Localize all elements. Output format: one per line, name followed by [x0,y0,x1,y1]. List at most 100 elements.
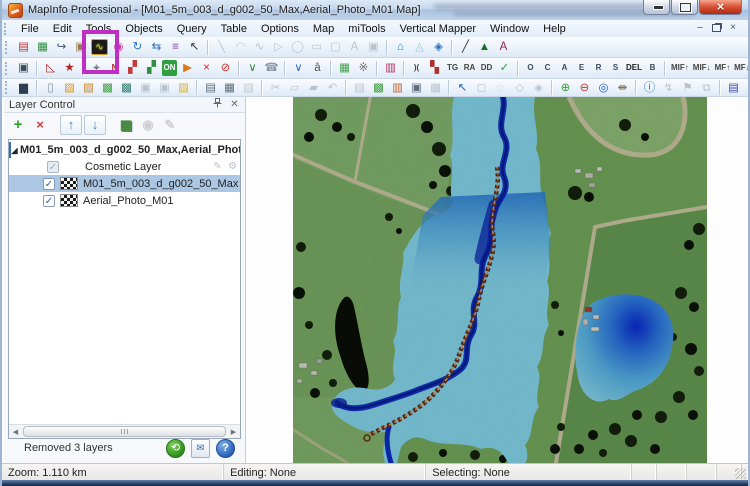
send-layers-icon[interactable]: ✉ [191,439,210,458]
scroll-left-icon[interactable]: ◀ [9,428,22,436]
status-zoom[interactable]: Zoom: 1.110 km [2,464,224,481]
new-map-window-icon[interactable]: ▩ [370,80,387,96]
tool-c-icon[interactable]: C [540,60,555,76]
add-layers-button[interactable]: ▤ [116,116,136,134]
tool-r-icon[interactable]: R [591,60,606,76]
layer-visibility-checkbox[interactable]: ✓ [43,195,55,207]
menu-edit[interactable]: Edit [46,22,79,36]
toolbar-grip[interactable] [5,62,11,75]
text-style-icon[interactable]: A [495,39,512,55]
stamp-green-icon[interactable]: ▞ [143,60,160,76]
move-layer-up-button[interactable]: ↑ [60,115,82,135]
capture-window-icon[interactable]: ▣ [15,60,32,76]
toolbar-grip[interactable] [5,81,11,94]
direction-arrow-icon[interactable]: ▶ [179,60,196,76]
tool-del-icon[interactable]: DEL [625,60,643,76]
help-icon[interactable]: ? [216,439,235,458]
new-graph-window-icon[interactable]: ▥ [389,80,406,96]
layer-row-m01-5m-003-d-g002-50-max[interactable]: ✓M01_5m_003_d_g002_50_Max [9,175,240,192]
region-style-icon[interactable]: ▲ [476,39,493,55]
menu-table[interactable]: Table [214,22,254,36]
drop-marker-icon[interactable]: ∨ [290,60,307,76]
toolbar-grip[interactable] [5,41,11,54]
ruler-icon[interactable]: ╱ [744,80,750,96]
minimize-button[interactable] [643,0,670,15]
tg-tool-icon[interactable]: TG [445,60,460,76]
mdi-minimize-button[interactable]: – [693,22,707,34]
layer-control-icon[interactable]: ▤ [725,80,742,96]
scroll-right-icon[interactable]: ▶ [227,428,240,436]
north-label-icon[interactable]: N [107,60,122,76]
new-layout-window-icon[interactable]: ▣ [408,80,425,96]
tool-b-icon[interactable]: B [645,60,660,76]
thematic-map-icon[interactable]: ▦ [34,39,51,55]
open-folder-icon[interactable]: ▨ [175,80,192,96]
add-layer-button[interactable]: + [8,116,28,134]
mdi-restore-button[interactable] [712,24,721,32]
mf-import-icon[interactable]: MF↓ [733,60,750,76]
tree-horizontal-scrollbar[interactable]: ◀ ▶ [9,424,240,438]
open-table-icon[interactable]: ▨ [61,80,78,96]
pin-icon[interactable] [211,98,224,111]
scrollbar-thumb[interactable] [23,426,226,437]
on-toggle-icon[interactable]: ON [162,60,177,76]
pan-grabber-icon[interactable]: ⇼ [614,80,631,96]
tool-o-icon[interactable]: O [523,60,538,76]
snap-toggle-icon[interactable]: ◈ [430,39,447,55]
cross-section-icon[interactable]: ◺ [42,60,59,76]
symbol-style-icon[interactable]: ⌂ [392,39,409,55]
tool-s-icon[interactable]: S [608,60,623,76]
layer-control-header[interactable]: Layer Control ✕ [4,97,245,113]
open-workspace-icon[interactable]: ▤ [15,39,32,55]
open-universal-data-icon[interactable]: ▩ [118,80,135,96]
new-table-icon[interactable]: ▯ [42,80,59,96]
menu-vertical-mapper[interactable]: Vertical Mapper [393,22,483,36]
change-view-icon[interactable]: ◎ [595,80,612,96]
stamp-red-icon[interactable]: ▞ [124,60,141,76]
menu-file[interactable]: File [14,22,46,36]
layer-visibility-checkbox[interactable]: ✓ [43,178,55,190]
mdi-close-button[interactable]: × [726,22,740,34]
layer-row-aerial-photo-m01[interactable]: ✓Aerial_Photo_M01 [9,192,240,209]
status-editing[interactable]: Editing: None [224,464,426,481]
mapbasic-window-icon[interactable]: ▣ [72,39,89,55]
menu-options[interactable]: Options [254,22,306,36]
delete-object-icon[interactable]: × [198,60,215,76]
restore-layers-button[interactable]: ⟲ [166,439,185,458]
menu-tools[interactable]: Tools [79,22,119,36]
mf-export-icon[interactable]: MF↑ [714,60,732,76]
dd-tool-icon[interactable]: DD [479,60,494,76]
map-window[interactable] [293,97,707,463]
map-select-icon[interactable]: ↖ [454,80,471,96]
zoom-in-icon[interactable]: ⊕ [557,80,574,96]
open-workspace-file-icon[interactable]: ▨ [80,80,97,96]
select-tool-icon[interactable]: ↖ [186,39,203,55]
grid-view-icon[interactable]: ∿ [91,39,108,55]
layer-visibility-checkbox[interactable]: ✓ [47,161,59,173]
move-layer-down-button[interactable]: ↓ [84,115,106,135]
layout-window-icon[interactable]: ▆ [15,80,32,96]
line-style-icon[interactable]: ╱ [457,39,474,55]
info-tool-icon[interactable]: ⓘ [641,80,658,96]
mif-import-icon[interactable]: MIF↓ [692,60,712,76]
previous-view-icon[interactable]: ⇆ [148,39,165,55]
menu-help[interactable]: Help [536,22,573,36]
table-merge-icon[interactable]: ▚ [426,60,443,76]
zoom-out-icon[interactable]: ⊖ [576,80,593,96]
mini-select-icon[interactable]: ⌖ [88,60,105,76]
view-entire-layer-icon[interactable]: ↻ [129,39,146,55]
annotation-text-icon[interactable]: ā [309,60,326,76]
ra-tool-icon[interactable]: RA [462,60,477,76]
pull-down-icon[interactable]: ∨ [244,60,261,76]
menu-mitools[interactable]: miTools [341,22,392,36]
menu-query[interactable]: Query [170,22,214,36]
phone-tool-icon[interactable]: ☎ [263,60,280,76]
mif-export-icon[interactable]: MIF↑ [670,60,690,76]
layer-row-cosmetic-layer[interactable]: ✓Cosmetic Layer✎⚙ [9,158,240,175]
tool-e-icon[interactable]: E [574,60,589,76]
menu-map[interactable]: Map [306,22,341,36]
check-tool-icon[interactable]: ✓ [496,60,513,76]
close-button[interactable] [699,0,742,15]
flood-map-image[interactable] [293,97,707,463]
pin-tool-icon[interactable]: ↪ [53,39,70,55]
